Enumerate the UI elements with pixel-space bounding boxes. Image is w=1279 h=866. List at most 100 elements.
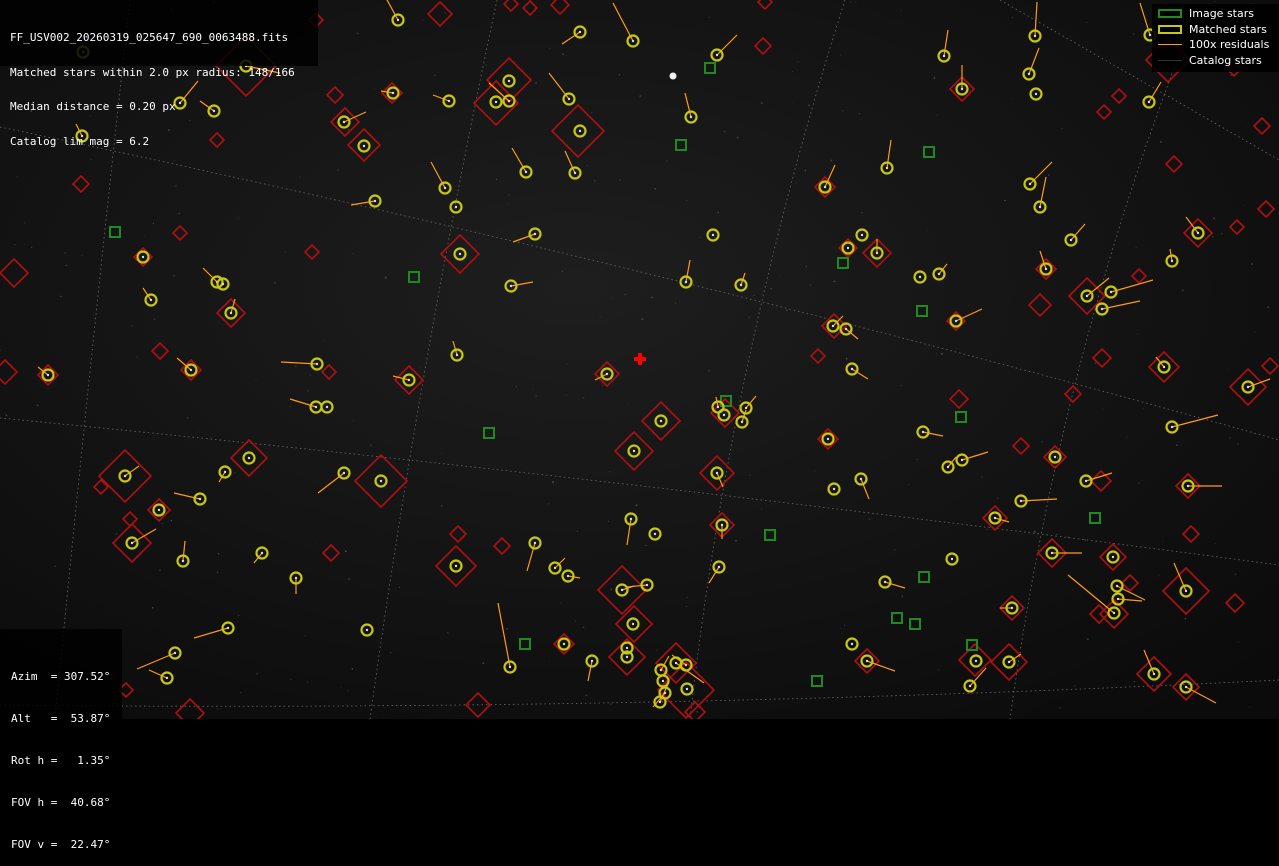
background-star: [237, 218, 239, 220]
background-star: [198, 429, 200, 431]
matched-star-core: [659, 419, 663, 423]
background-star: [696, 711, 698, 713]
background-star: [485, 64, 487, 66]
background-star: [1062, 431, 1064, 433]
matched-star-core: [684, 280, 688, 284]
legend-matched-stars: Matched stars: [1152, 23, 1279, 37]
background-star: [795, 182, 797, 184]
background-star: [178, 212, 181, 215]
background-star: [508, 203, 509, 205]
matched-star-core: [946, 465, 950, 469]
background-star: [1102, 408, 1104, 411]
background-star: [576, 530, 578, 532]
background-star: [1033, 530, 1036, 533]
matched-star-core: [942, 54, 946, 58]
background-star: [1026, 295, 1028, 297]
background-star: [344, 550, 347, 553]
background-star: [845, 357, 848, 360]
background-star: [24, 243, 26, 245]
background-star: [666, 160, 668, 162]
matched-star-core: [46, 373, 50, 377]
fov-horizontal-value: FOV h = 40.68°: [11, 796, 111, 809]
matched-star-core: [823, 185, 827, 189]
background-star: [840, 54, 842, 56]
background-star: [255, 378, 257, 380]
background-star: [868, 518, 871, 521]
background-star: [804, 169, 807, 172]
background-star: [610, 297, 612, 299]
background-star: [240, 692, 242, 694]
matched-star-core: [629, 517, 633, 521]
background-star: [735, 539, 737, 542]
background-star: [707, 369, 710, 372]
matched-star-core: [407, 378, 411, 382]
matched-star-core: [950, 557, 954, 561]
background-star: [1143, 408, 1145, 410]
background-star: [1158, 575, 1160, 577]
matched-star-core: [1148, 33, 1152, 37]
background-star: [587, 666, 589, 669]
background-star: [348, 578, 351, 580]
matched-star-core: [1152, 672, 1156, 676]
matched-star-core: [229, 311, 233, 315]
matched-star-core: [653, 532, 657, 536]
matched-star-core: [391, 91, 395, 95]
background-star: [151, 606, 154, 609]
background-star: [936, 353, 938, 355]
background-star: [1133, 680, 1135, 683]
matched-star-core: [658, 700, 662, 704]
background-star: [561, 270, 563, 272]
legend-image-stars: Image stars: [1152, 7, 1279, 21]
matched-star-core: [625, 646, 629, 650]
background-star: [840, 627, 842, 629]
background-star: [306, 389, 309, 392]
background-star: [515, 386, 518, 388]
background-star: [1135, 247, 1137, 249]
background-star: [749, 474, 751, 476]
legend: Image stars Matched stars 100x residuals…: [1152, 4, 1279, 72]
background-star: [593, 179, 596, 182]
background-star: [307, 681, 309, 683]
background-star: [1212, 236, 1214, 238]
background-star: [1221, 232, 1223, 235]
matched-star-core: [1038, 205, 1042, 209]
background-star: [685, 199, 688, 202]
background-star: [760, 508, 763, 510]
matched-star-core: [342, 471, 346, 475]
matched-star-core: [141, 255, 145, 259]
background-star: [936, 114, 938, 116]
matched-star-core: [247, 456, 251, 460]
background-star: [675, 302, 676, 304]
matched-star-core: [454, 205, 458, 209]
background-star: [535, 394, 537, 397]
matched-star-core: [149, 298, 153, 302]
matched-star-core: [720, 523, 724, 527]
bright-star: [669, 72, 677, 80]
matched-star-core: [260, 551, 264, 555]
matched-star-core: [960, 87, 964, 91]
background-star: [294, 365, 297, 368]
background-star: [566, 363, 568, 365]
background-star: [1246, 127, 1247, 129]
matched-star-core: [875, 251, 879, 255]
matched-star-core: [689, 115, 693, 119]
matched-star-core: [447, 99, 451, 103]
background-star: [1040, 440, 1043, 443]
matched-star-core: [524, 170, 528, 174]
background-star: [708, 16, 710, 18]
matched-star-core: [850, 642, 854, 646]
background-star: [353, 420, 354, 422]
background-star: [916, 459, 918, 461]
background-star: [591, 111, 593, 114]
matched-star-core: [590, 659, 594, 663]
background-star: [549, 47, 551, 49]
background-star: [389, 651, 392, 654]
matched-star-core: [722, 413, 726, 417]
background-star: [64, 252, 66, 254]
background-star: [645, 544, 647, 547]
matched-star-core: [562, 642, 566, 646]
matched-star-core: [1186, 484, 1190, 488]
background-star: [809, 284, 812, 286]
matched-star-core: [508, 665, 512, 669]
matched-star-core: [715, 53, 719, 57]
